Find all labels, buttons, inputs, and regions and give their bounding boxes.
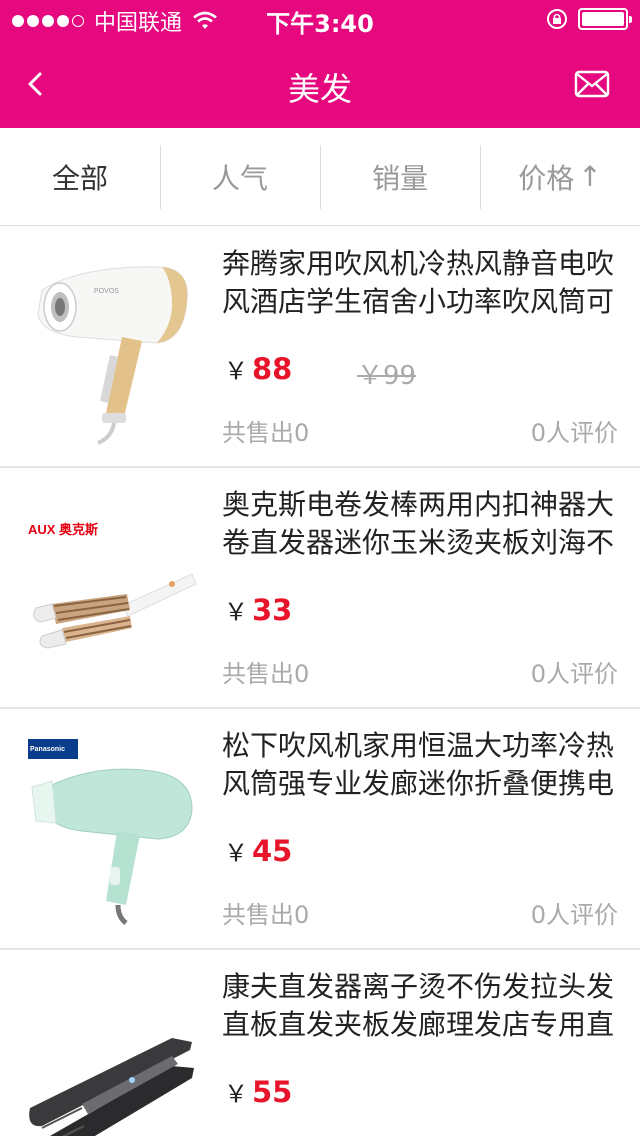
mail-icon[interactable] <box>574 70 610 98</box>
price-value: 88 <box>252 352 293 386</box>
sold-count: 共售出0 <box>222 901 310 929</box>
product-title: 松下吹风机家用恒温大功率冷热风筒强专业发廊迷你折叠便携电 <box>222 729 615 800</box>
product-title: 奔腾家用吹风机冷热风静音电吹风酒店学生宿舍小功率吹风筒可 <box>222 247 615 318</box>
product-title: 康夫直发器离子烫不伤发拉头发直板直发夹板发廊理发店专用直 <box>222 970 615 1041</box>
product-brand-logo: POVOS <box>94 288 119 295</box>
product-image-curling-iron: AUX 奥克斯 <box>28 522 197 649</box>
battery-icon <box>578 8 632 30</box>
list-item[interactable]: AUX 奥克斯 奥克斯电卷发棒两用内扣神器大卷直发器迷你玉米烫夹板刘海不 ￥ 3… <box>0 468 640 709</box>
tab-price[interactable]: 价格 ↑ <box>480 128 640 225</box>
status-time: 下午3:40 <box>266 10 374 38</box>
sold-count: 共售出0 <box>222 419 310 447</box>
sort-arrow-up-icon: ↑ <box>578 160 602 193</box>
product-image-hair-straightener <box>29 1038 194 1136</box>
product-list: POVOS 奔腾家用吹风机冷热风静音电吹风酒店学生宿舍小功率吹风筒可 ￥ 88 … <box>0 227 640 1136</box>
list-item[interactable]: POVOS 奔腾家用吹风机冷热风静音电吹风酒店学生宿舍小功率吹风筒可 ￥ 88 … <box>0 227 640 468</box>
product-image-hair-dryer: POVOS <box>37 266 188 445</box>
list-item[interactable]: Panasonic 松下吹风机家用恒温大功率冷热风筒强专业发廊迷你折叠便携电 ￥… <box>0 709 640 950</box>
nav-bar: 美发 <box>0 40 640 128</box>
original-price: ￥99 <box>357 361 417 391</box>
price-value: 55 <box>252 1075 293 1109</box>
sold-count: 共售出0 <box>222 660 310 688</box>
product-price: ￥ 33 <box>224 592 292 627</box>
product-price: ￥ 45 <box>224 833 292 868</box>
currency-symbol: ￥ <box>224 598 248 626</box>
product-brand-logo: AUX 奥克斯 <box>28 522 98 537</box>
review-count: 0人评价 <box>530 419 618 447</box>
status-bar: 中国联通 下午3:40 <box>0 0 640 40</box>
list-item[interactable]: 康夫直发器离子烫不伤发拉头发直板直发夹板发廊理发店专用直 ￥ 55 <box>0 950 640 1136</box>
page-title: 美发 <box>287 70 352 108</box>
price-value: 45 <box>252 834 293 868</box>
price-value: 33 <box>252 593 293 627</box>
currency-symbol: ￥ <box>224 357 248 385</box>
review-count: 0人评价 <box>530 901 618 929</box>
product-price: ￥ 88 <box>224 351 292 386</box>
product-image-hair-dryer: Panasonic <box>28 739 193 925</box>
product-title: 奥克斯电卷发棒两用内扣神器大卷直发器迷你玉米烫夹板刘海不 <box>222 488 615 559</box>
currency-symbol: ￥ <box>224 839 248 867</box>
orientation-lock-icon <box>547 9 567 29</box>
tab-sales[interactable]: 销量 <box>320 128 480 225</box>
status-right <box>546 8 632 30</box>
tab-all[interactable]: 全部 <box>0 128 160 225</box>
tab-popularity[interactable]: 人气 <box>160 128 320 225</box>
review-count: 0人评价 <box>530 660 618 688</box>
sort-tabs: 全部 人气 销量 价格 ↑ <box>0 128 640 226</box>
currency-symbol: ￥ <box>224 1080 248 1108</box>
product-brand-logo: Panasonic <box>30 746 65 753</box>
product-price: ￥ 55 <box>224 1074 292 1109</box>
